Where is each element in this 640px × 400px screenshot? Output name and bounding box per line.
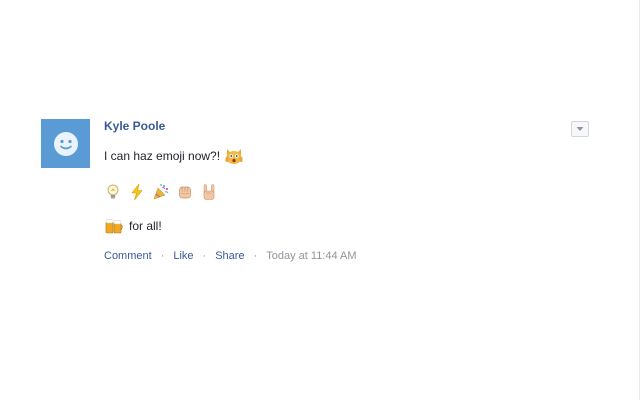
message-text: I can haz emoji now?! xyxy=(104,149,221,163)
page: Kyle Poole I can haz emoji now?! for all… xyxy=(0,0,640,400)
footer-line: for all! xyxy=(104,216,574,236)
post-actions: Comment · Like · Share · Today at 11:44 … xyxy=(104,249,574,263)
smiley-face-icon xyxy=(53,131,78,156)
like-link[interactable]: Like xyxy=(173,249,193,263)
emoji-row xyxy=(104,182,574,202)
separator: · xyxy=(160,250,165,262)
astonished-cat-icon xyxy=(224,146,244,166)
beer-mugs-icon xyxy=(104,216,124,236)
chevron-down-icon xyxy=(576,127,584,131)
horns-hand-icon xyxy=(200,183,218,201)
separator: · xyxy=(202,250,207,262)
raised-fist-icon xyxy=(176,183,194,201)
post-options-button[interactable] xyxy=(571,121,589,137)
timestamp[interactable]: Today at 11:44 AM xyxy=(266,249,356,263)
comment-link[interactable]: Comment xyxy=(104,249,152,263)
post-content: Kyle Poole I can haz emoji now?! for all… xyxy=(104,119,574,263)
separator: · xyxy=(253,250,258,262)
party-popper-icon xyxy=(152,183,170,201)
light-bulb-icon xyxy=(104,183,122,201)
footer-text: for all! xyxy=(129,219,162,233)
avatar[interactable] xyxy=(41,119,90,168)
lightning-icon xyxy=(128,183,146,201)
share-link[interactable]: Share xyxy=(215,249,244,263)
post-message: I can haz emoji now?! xyxy=(104,147,574,165)
author-name[interactable]: Kyle Poole xyxy=(104,119,574,133)
